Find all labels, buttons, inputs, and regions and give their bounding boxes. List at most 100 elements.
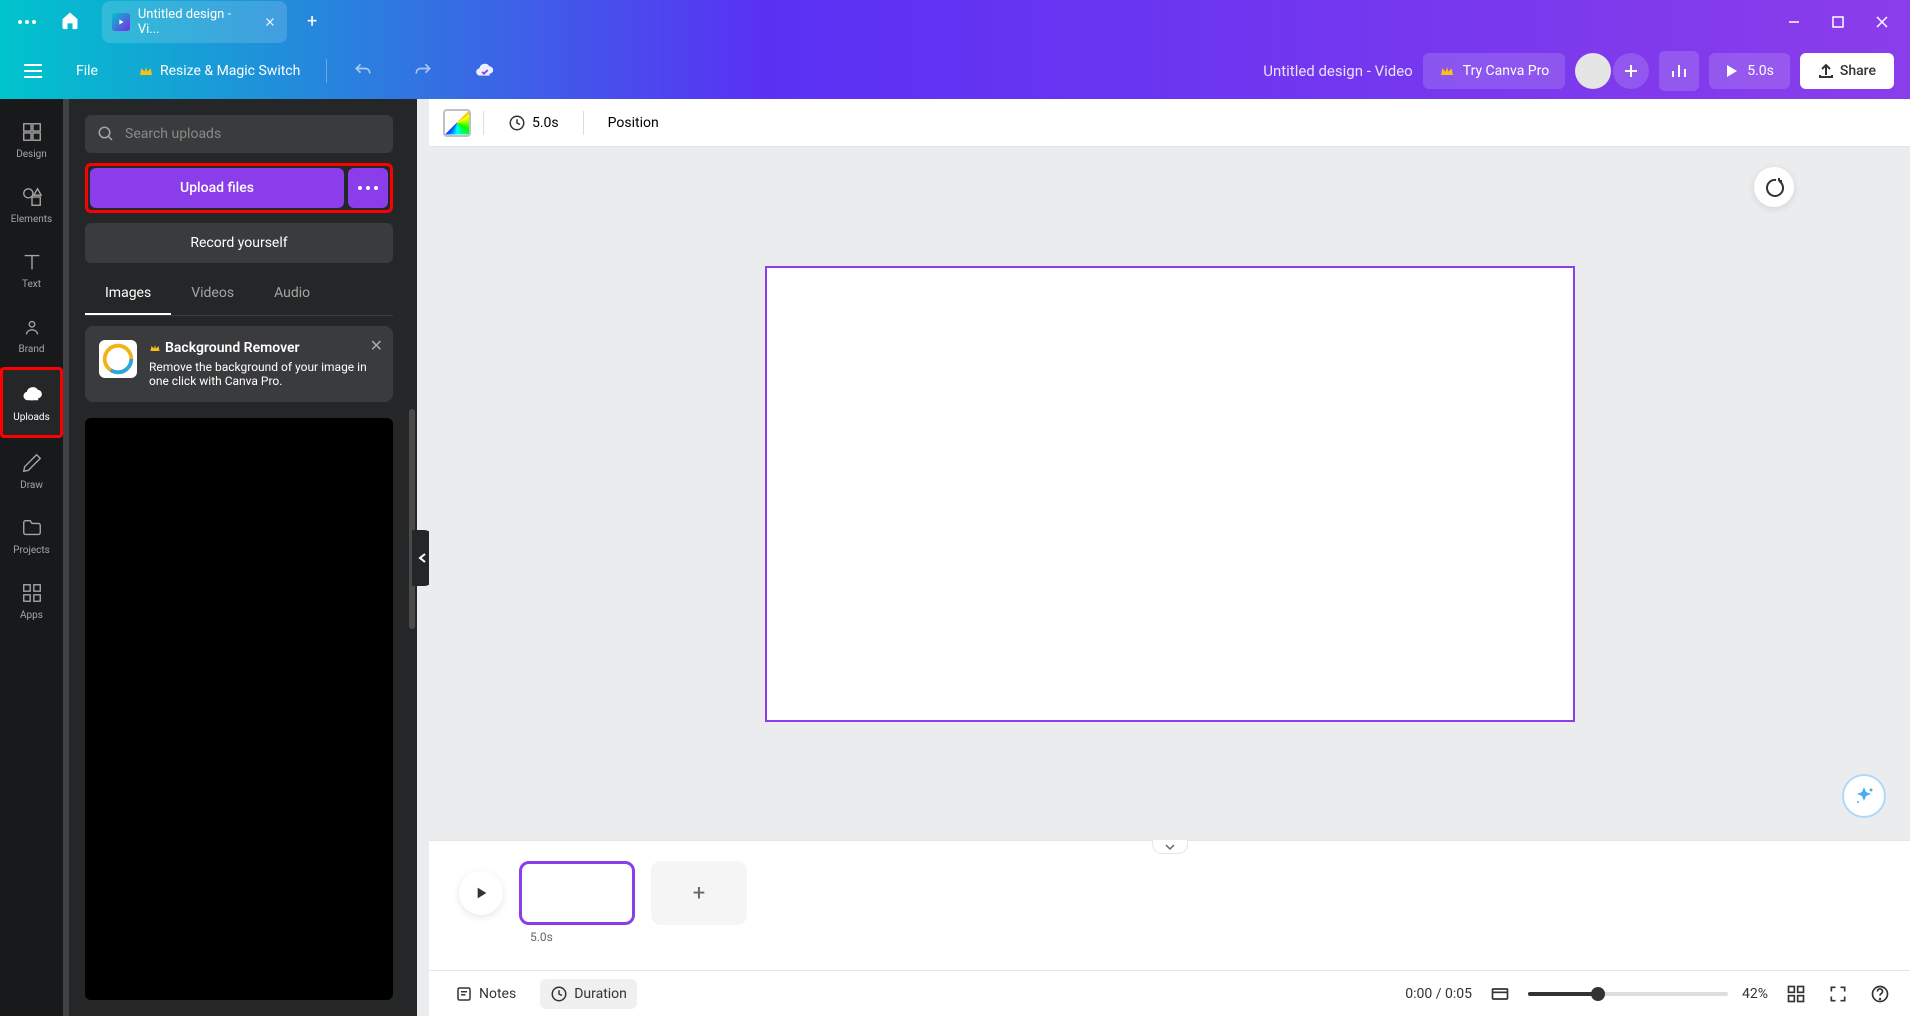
- play-icon: [1725, 64, 1739, 78]
- tab-images[interactable]: Images: [85, 273, 171, 315]
- ai-assistant-button[interactable]: [1842, 774, 1886, 818]
- clock-icon: [550, 985, 568, 1003]
- zoom-slider[interactable]: [1528, 992, 1728, 996]
- add-collaborator-button[interactable]: [1613, 53, 1649, 89]
- tab-audio[interactable]: Audio: [254, 273, 330, 315]
- close-promo-button[interactable]: ✕: [370, 336, 383, 355]
- undo-button[interactable]: [339, 53, 387, 89]
- crown-icon: [138, 63, 154, 79]
- file-button[interactable]: File: [62, 55, 112, 87]
- nav-elements[interactable]: Elements: [0, 172, 63, 237]
- upload-preview-area[interactable]: [85, 418, 393, 1000]
- nav-design[interactable]: Design: [0, 107, 63, 172]
- search-uploads-input[interactable]: [125, 126, 381, 142]
- chevron-left-icon: [418, 553, 428, 563]
- clock-icon: [508, 114, 526, 132]
- nav-draw[interactable]: Draw: [0, 438, 63, 503]
- titlebar: Untitled design - Vi... +: [0, 0, 1910, 43]
- scrollbar-thumb[interactable]: [409, 409, 415, 629]
- collapse-timeline-button[interactable]: [1152, 840, 1188, 854]
- timeline: 5.0s +: [429, 840, 1910, 970]
- nav-text[interactable]: Text: [0, 237, 63, 302]
- upload-files-button[interactable]: Upload files: [90, 168, 344, 208]
- position-button[interactable]: Position: [596, 109, 671, 137]
- nav-apps[interactable]: Apps: [0, 568, 63, 633]
- divider: [326, 59, 327, 83]
- try-pro-button[interactable]: Try Canva Pro: [1423, 53, 1565, 89]
- grid-icon: [1786, 984, 1806, 1004]
- zoom-level[interactable]: 42%: [1742, 986, 1768, 1002]
- crown-icon: [149, 342, 161, 354]
- help-icon: [1870, 984, 1890, 1004]
- refresh-icon: [1764, 177, 1784, 197]
- app-menu-button[interactable]: [8, 14, 46, 30]
- record-yourself-button[interactable]: Record yourself: [85, 223, 393, 263]
- user-avatar[interactable]: [1575, 53, 1611, 89]
- new-tab-button[interactable]: +: [297, 5, 327, 38]
- crown-icon: [1439, 63, 1455, 79]
- present-button[interactable]: 5.0s: [1709, 53, 1790, 89]
- analytics-button[interactable]: [1659, 51, 1699, 91]
- promo-image: [99, 340, 137, 378]
- notes-icon: [455, 985, 473, 1003]
- maximize-button[interactable]: [1818, 7, 1858, 37]
- resize-button[interactable]: Resize & Magic Switch: [124, 55, 314, 87]
- divider: [483, 111, 484, 135]
- close-tab-icon[interactable]: [263, 15, 277, 29]
- scene-duration-label: 5.0s: [530, 930, 553, 944]
- slider-thumb[interactable]: [1591, 987, 1605, 1001]
- redo-button[interactable]: [399, 53, 447, 89]
- far-left-nav: Design Elements Text Brand Uploads Draw …: [0, 99, 63, 1016]
- main-menu-button[interactable]: [16, 56, 50, 86]
- time-display: 0:00 / 0:05: [1405, 986, 1472, 1002]
- brand-icon: [21, 316, 43, 338]
- help-button[interactable]: [1866, 980, 1894, 1008]
- share-button[interactable]: Share: [1800, 53, 1894, 89]
- scene-thumbnail[interactable]: 5.0s: [519, 861, 635, 925]
- main-toolbar: File Resize & Magic Switch Untitled desi…: [0, 43, 1910, 99]
- apps-icon: [21, 582, 43, 604]
- clip-duration-button[interactable]: 5.0s: [496, 108, 571, 138]
- uploads-panel: Upload files Record yourself Images Vide…: [69, 99, 409, 1016]
- plus-icon: [1623, 63, 1639, 79]
- regenerate-button[interactable]: [1754, 167, 1794, 207]
- promo-title: Background Remover: [165, 340, 300, 356]
- search-wrap: [85, 115, 393, 153]
- sparkle-icon: [1853, 785, 1875, 807]
- cloud-sync-button[interactable]: [459, 52, 509, 90]
- add-scene-button[interactable]: +: [651, 861, 747, 925]
- tab-videos[interactable]: Videos: [171, 273, 254, 315]
- duration-button[interactable]: Duration: [540, 979, 637, 1009]
- canva-icon: [112, 13, 130, 31]
- minimize-button[interactable]: [1774, 7, 1814, 37]
- play-button[interactable]: [459, 871, 503, 915]
- close-window-button[interactable]: [1862, 7, 1902, 37]
- filmstrip-icon: [1490, 984, 1510, 1004]
- chevron-down-icon: [1165, 843, 1175, 851]
- elements-icon: [21, 186, 43, 208]
- fullscreen-icon: [1828, 984, 1848, 1004]
- fullscreen-button[interactable]: [1824, 980, 1852, 1008]
- notes-button[interactable]: Notes: [445, 979, 526, 1009]
- upload-row-highlight: Upload files: [85, 163, 393, 213]
- nav-projects[interactable]: Projects: [0, 503, 63, 568]
- grid-view-button[interactable]: [1782, 980, 1810, 1008]
- upload-options-button[interactable]: [348, 168, 388, 208]
- nav-brand[interactable]: Brand: [0, 302, 63, 367]
- home-button[interactable]: [50, 4, 90, 40]
- color-picker-button[interactable]: [443, 109, 471, 137]
- design-canvas[interactable]: [765, 266, 1575, 722]
- canvas-area: 5.0s Position: [429, 99, 1910, 1016]
- uploads-icon: [21, 384, 43, 406]
- document-title[interactable]: Untitled design - Video: [1263, 62, 1413, 80]
- nav-uploads[interactable]: Uploads: [0, 367, 63, 438]
- bottom-bar: Notes Duration 0:00 / 0:05 42%: [429, 970, 1910, 1016]
- document-tab[interactable]: Untitled design - Vi...: [102, 1, 287, 43]
- draw-icon: [21, 452, 43, 474]
- promo-description: Remove the background of your image in o…: [149, 360, 379, 388]
- cloud-icon: [473, 60, 495, 82]
- view-mode-button[interactable]: [1486, 980, 1514, 1008]
- play-icon: [473, 885, 489, 901]
- tab-title: Untitled design - Vi...: [138, 7, 255, 37]
- uploads-tabs: Images Videos Audio: [85, 273, 393, 316]
